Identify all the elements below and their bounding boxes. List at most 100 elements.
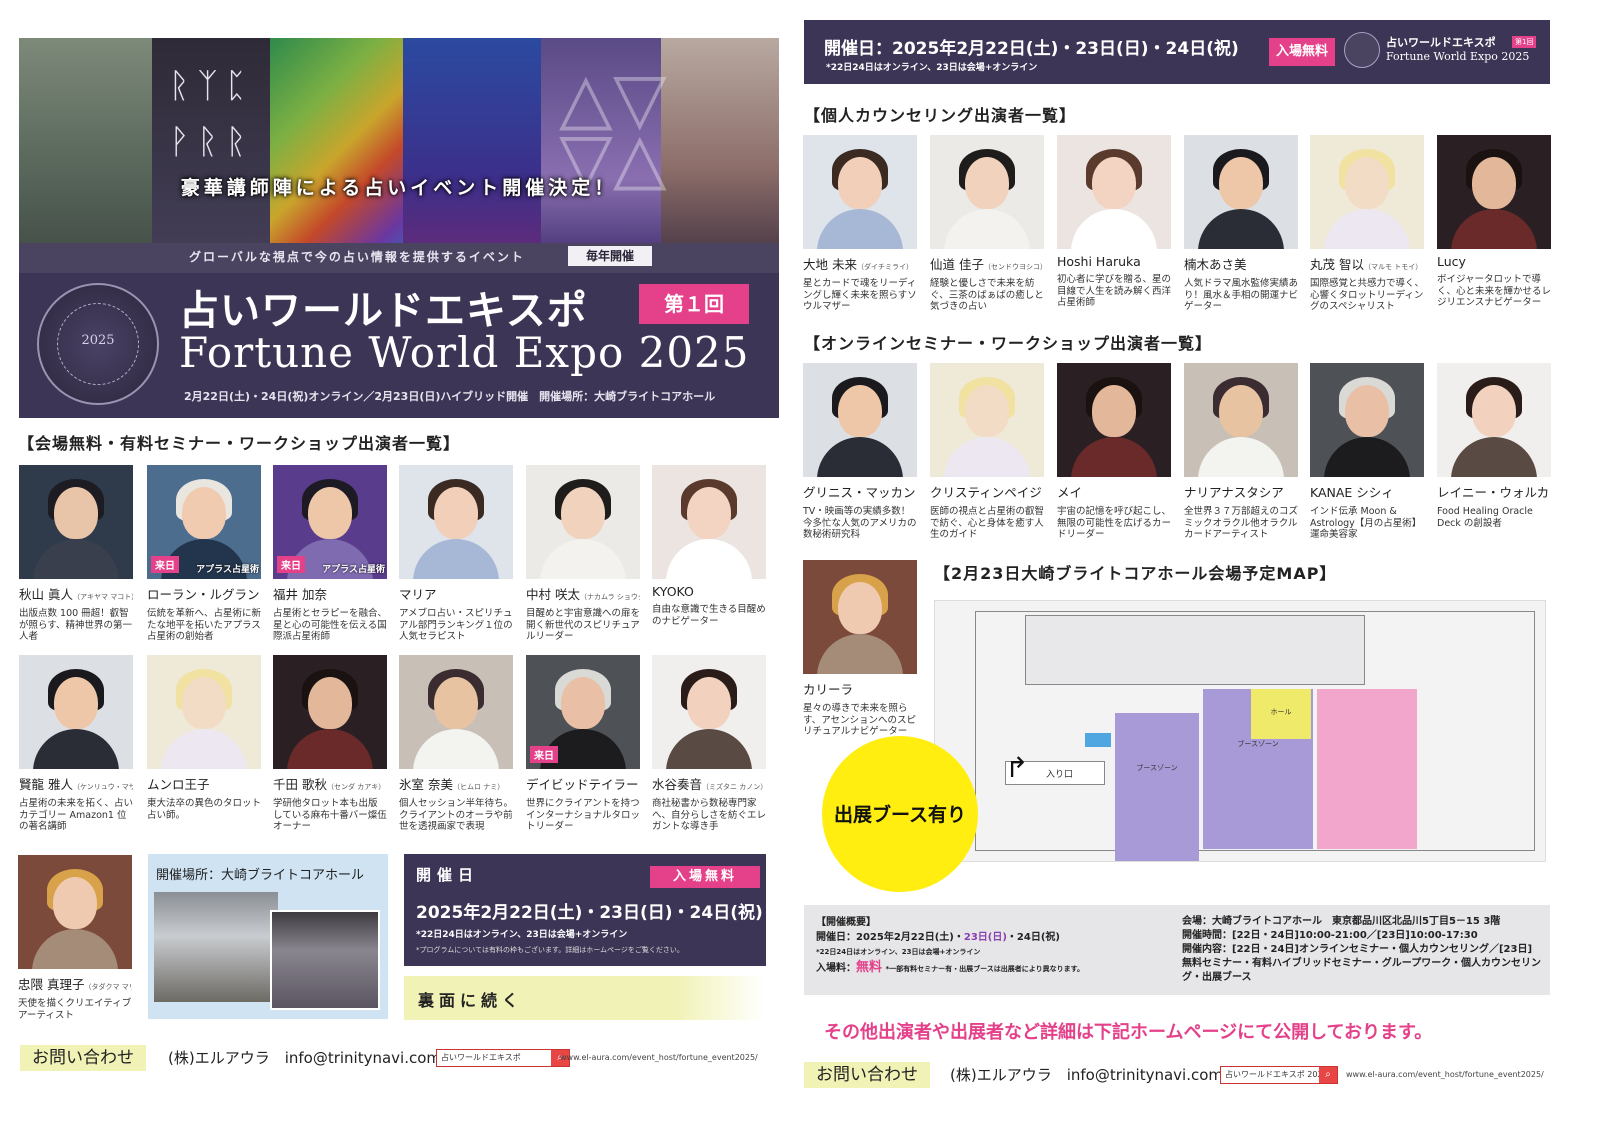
contact-company-email-back[interactable]: (株)エルアウラ info@trinitynavi.com — [950, 1064, 1223, 1085]
performer-name: 賢龍 雅人（ケンリュウ・マサト） — [19, 774, 133, 793]
portrait-face — [182, 487, 226, 539]
online-performer-name: メイ — [1057, 482, 1171, 501]
performer-name: 福井 加奈 — [273, 584, 387, 603]
portrait-body — [161, 729, 247, 769]
portrait-body — [1198, 209, 1284, 249]
search-box-back[interactable]: 占いワールドエキスポ 2025 ⌕ — [1220, 1066, 1338, 1084]
performer-photo — [19, 465, 133, 579]
venue-info-box: 開催場所：大崎ブライトコアホール — [148, 854, 388, 1019]
counselor-name: 仙道 佳子（センドウヨシコ） — [930, 254, 1044, 273]
performer-card: マリア アメブロ占い・スピリチュアル部門ランキング１位の人気セラピスト — [399, 465, 513, 643]
website-url[interactable]: www.el-aura.com/event_host/fortune_event… — [560, 1053, 758, 1062]
performer-name-text: ムンロ王子 — [147, 777, 210, 792]
performer-photo — [526, 465, 640, 579]
counselor-description: 星とカードで魂をリーディングし輝く未来を照らすソウルマザー — [803, 278, 917, 312]
counselor-name-text: 楠木あさ美 — [1184, 257, 1247, 272]
performer-name: 氷室 奈美（ヒムロ ナミ） — [399, 774, 513, 793]
zodiac-seal-logo: 2025 — [37, 283, 159, 405]
performer-name-text: 中村 咲太 — [526, 587, 580, 602]
hero-image-coin — [19, 38, 152, 273]
online-performer-name-text: グリニス・マッカンツ — [803, 485, 917, 500]
performer-name-reading: （ヒムロ ナミ） — [452, 783, 505, 791]
performer-name-reading: （アキヤマ マコト） — [72, 593, 133, 601]
counselor-card: 仙道 佳子（センドウヨシコ） 経験と優しさで未来を紡ぐ、三茶のばぁばの癒しと気づき… — [930, 135, 1044, 313]
performer-card: KYOKO 自由な意識で生きる目醒めのナビゲーター — [652, 465, 766, 627]
online-performer-description: 星々の導きで未来を照らす、アセンションへのスピリチュアルナビゲーター — [803, 703, 917, 737]
entrance-arrow-icon: ↱ — [1005, 751, 1029, 784]
portrait-face — [1219, 385, 1263, 437]
online-performer-card: カリーラ 星々の導きで未来を照らす、アセンションへのスピリチュアルナビゲーター — [803, 560, 917, 738]
portrait-body — [1324, 437, 1410, 477]
homepage-notice: その他出演者や出展者など詳細は下記ホームページにて公開しております。 — [824, 1022, 1433, 1043]
performer-name: 水谷奏音（ミズタニ カノン） — [652, 774, 766, 793]
search-query-back: 占いワールドエキスポ 2025 — [1225, 1070, 1328, 1079]
portrait-face — [1092, 385, 1136, 437]
top-free-badge: 入場無料 — [1269, 38, 1335, 66]
venue-label: 開催場所：大崎ブライトコアホール — [156, 868, 365, 883]
search-icon[interactable]: ⌕ — [1319, 1067, 1337, 1083]
counselor-name-reading: （ダイチミライ） — [856, 263, 913, 271]
performer-description: 目醒めと宇宙意識への扉を開く新世代のスピリチュアルリーダー — [526, 608, 641, 642]
online-performer-name-text: レイニー・ウォルカン — [1437, 485, 1551, 500]
performer-name-text: 賢龍 雅人 — [19, 777, 73, 792]
counselor-photo — [1057, 135, 1171, 249]
performer-photo: 来日 — [526, 655, 640, 769]
online-performer-photo — [1057, 363, 1171, 477]
portrait-body — [1324, 209, 1410, 249]
counselor-card: 楠木あさ美 人気ドラマ風水監修実績あり！風水＆手相の開運ナビゲーター — [1184, 135, 1298, 313]
online-performer-name-text: クリスティンペイジ — [930, 485, 1042, 500]
performer-card: 来日 アプラス占星術 ローラン・ルグラン 伝統を革新へ、占星術に新たな地平を拓いたアプ… — [147, 465, 261, 643]
performer-card: ムンロ王子 東大法卒の異色のタロット占い師。 — [147, 655, 261, 821]
counselor-name-text: Hoshi Haruka — [1057, 254, 1141, 269]
hero-subtitle: グローバルな視点で今の占い情報を提供するイベント — [189, 250, 525, 264]
portrait-face — [182, 677, 226, 729]
performer-name-text: 千田 歌秋 — [273, 777, 327, 792]
triangle-pattern: △▽ ▽△ — [559, 57, 667, 199]
hall-zone-label: ホール — [1270, 708, 1292, 716]
online-performer-photo — [1184, 363, 1298, 477]
hero-image-chart — [270, 38, 403, 273]
portrait-face — [54, 677, 98, 729]
performer-card: 氷室 奈美（ヒムロ ナミ） 個人セッション半年待ち。クライアントのオーラや前世を透… — [399, 655, 513, 833]
portrait-face — [308, 487, 352, 539]
performer-name: 忠隈 真理子（タダクマ マリコ） — [18, 974, 132, 993]
portrait-face — [1472, 157, 1516, 209]
website-url-back[interactable]: www.el-aura.com/event_host/fortune_event… — [1346, 1070, 1544, 1079]
contact-row: お問い合わせ (株)エルアウラ info@trinitynavi.com 占いワ… — [20, 1043, 780, 1073]
counselor-card: Lucy ボイジャータロットで導く、心と未来を輝かせるレジリエンスナビゲーター — [1437, 135, 1551, 309]
first-edition-badge: 第１回 — [639, 284, 749, 324]
continued-text: 裏面に続く — [418, 991, 524, 1010]
online-performer-name: レイニー・ウォルカン — [1437, 482, 1551, 501]
portrait-face — [965, 385, 1009, 437]
performer-photo — [399, 655, 513, 769]
portrait-body — [666, 729, 752, 769]
back-page: 開催日：2025年2月22日(土)・23日(日)・24日(祝) *22日24日は… — [800, 0, 1600, 1131]
performer-card: 賢龍 雅人（ケンリュウ・マサト） 占星術の未来を拓く、占いカテゴリー Amazon… — [19, 655, 133, 833]
performer-description: 占星術の未来を拓く、占いカテゴリー Amazon1 位の著名講師 — [19, 798, 134, 832]
hero-date-venue: 2月22日(土)・24日(祝)オンライン／2月23日(日)ハイブリッド開催 開催… — [184, 390, 716, 403]
fee-value: 無料 — [856, 960, 883, 975]
performer-name: ムンロ王子 — [147, 774, 261, 793]
venue-floor-map: ブースゾーン ブースゾーン ホール 入り口 ↱ — [934, 600, 1546, 862]
online-performer-name: クリスティンペイジ — [930, 482, 1044, 501]
performer-photo — [147, 655, 261, 769]
counselor-name-text: Lucy — [1437, 254, 1466, 269]
contact-company-email[interactable]: (株)エルアウラ info@trinitynavi.com — [168, 1047, 441, 1068]
counselor-photo — [803, 135, 917, 249]
top-dates: 開催日：2025年2月22日(土)・23日(日)・24日(祝) — [824, 39, 1239, 59]
continued-banner: 裏面に続く — [404, 976, 766, 1020]
performer-photo — [19, 655, 133, 769]
counselor-name: 大地 未来（ダイチミライ） — [803, 254, 917, 273]
performer-card: 来日 デイビッドテイラー 世界にクライアントを持つインターナショナルタロットリーダー — [526, 655, 640, 833]
performer-description: 商社秘書から数秘専門家へ、自分らしさを紡ぐエレガントな導き手 — [652, 798, 767, 832]
online-performer-name-text: ナリアナスタシア — [1184, 485, 1284, 500]
search-box[interactable]: 占いワールドエキスポ ⌕ — [436, 1049, 570, 1067]
date-label: 開催日 — [416, 866, 480, 884]
summary-right: 会場：大崎ブライトコアホール 東京都品川区北品川5丁目5－15 3階 開催時間：… — [1182, 915, 1544, 985]
online-performer-description: 医師の視点と占星術の叡智で紡ぐ、心と身体を癒す人生のガイド — [930, 506, 1045, 540]
portrait-face — [1092, 157, 1136, 209]
online-performer-name: グリニス・マッカンツ — [803, 482, 917, 501]
hero-image-palm — [661, 38, 779, 273]
venue-photo-hall — [270, 910, 380, 1010]
portrait-face — [1345, 157, 1389, 209]
